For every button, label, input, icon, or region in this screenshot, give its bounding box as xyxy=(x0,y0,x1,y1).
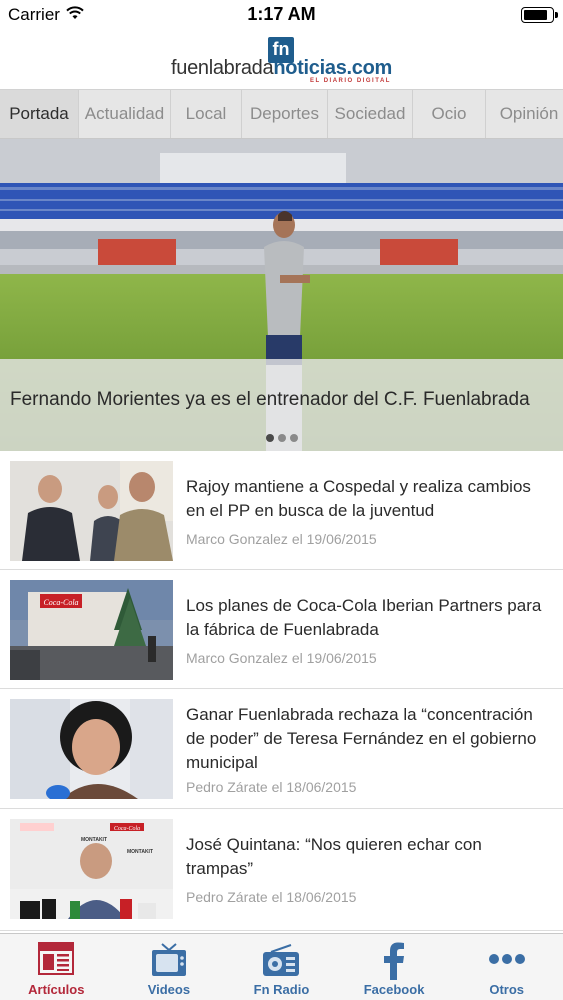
article-thumbnail xyxy=(10,461,173,561)
factory-photo: Coca-Cola xyxy=(10,580,173,680)
article-meta: Pedro Zárate el 18/06/2015 xyxy=(186,779,357,795)
tabbar-articulos[interactable]: Artículos xyxy=(0,934,113,1000)
tab-deportes[interactable]: Deportes xyxy=(242,90,328,138)
tab-actualidad[interactable]: Actualidad xyxy=(79,90,171,138)
article-row[interactable]: Ganar Fuenlabrada rechaza la “concentrac… xyxy=(0,689,563,809)
battery-level xyxy=(524,10,547,20)
tabbar-label: Fn Radio xyxy=(253,982,310,997)
tab-local[interactable]: Local xyxy=(171,90,242,138)
article-title: Ganar Fuenlabrada rechaza la “concentrac… xyxy=(186,705,537,772)
page-dot xyxy=(265,434,274,442)
bottom-tab-bar: Artículos Videos Fn Radio Facebook Otros xyxy=(0,933,563,1000)
article-meta: Marco Gonzalez el 19/06/2015 xyxy=(186,650,377,666)
app-header: fn fuenlabradanoticias.com EL DIARIO DIG… xyxy=(0,30,563,87)
status-time: 1:17 AM xyxy=(247,4,316,24)
thumb-coca-cola-text: Coca-Cola xyxy=(43,598,78,607)
article-title: Los planes de Coca-Cola Iberian Partners… xyxy=(186,596,542,639)
newspaper-icon xyxy=(38,942,75,981)
article-thumbnail xyxy=(10,699,173,799)
tabbar-label: Videos xyxy=(147,982,191,997)
facebook-icon xyxy=(382,942,406,985)
article-row[interactable]: Rajoy mantiene a Cospedal y realiza camb… xyxy=(0,451,563,570)
article-title: Rajoy mantiene a Cospedal y realiza camb… xyxy=(186,477,531,520)
category-tabs: Portada Actualidad Local Deportes Socied… xyxy=(0,89,563,139)
logo-tagline: EL DIARIO DIGITAL xyxy=(310,78,391,84)
article-thumbnail: Coca-Cola xyxy=(10,580,173,680)
logo-part2: noticias.com xyxy=(273,57,392,79)
article-list: Rajoy mantiene a Cospedal y realiza camb… xyxy=(0,451,563,931)
status-bar: Carrier 1:17 AM xyxy=(0,0,563,30)
more-icon xyxy=(488,952,526,970)
article-thumbnail: Coca-Cola MONTAKIT MONTAKIT xyxy=(10,819,173,919)
tabbar-videos[interactable]: Videos xyxy=(113,934,226,1000)
featured-caption-panel: Fernando Morientes ya es el entrenador d… xyxy=(0,359,563,451)
tabbar-otros[interactable]: Otros xyxy=(450,934,563,1000)
tab-sociedad[interactable]: Sociedad xyxy=(328,90,413,138)
page-dot xyxy=(289,434,298,442)
article-meta: Marco Gonzalez el 19/06/2015 xyxy=(186,531,377,547)
thumb-montakit-text: MONTAKIT xyxy=(127,849,153,855)
tabbar-label: Otros xyxy=(489,982,524,997)
article-meta: Pedro Zárate el 18/06/2015 xyxy=(186,889,357,905)
radio-icon xyxy=(261,942,301,983)
featured-article[interactable]: Fernando Morientes ya es el entrenador d… xyxy=(0,139,563,451)
tv-icon xyxy=(150,942,188,983)
thumb-coca-cola-text: Coca-Cola xyxy=(114,826,140,832)
article-row[interactable]: Coca-Cola Los planes de Coca-Cola Iberia… xyxy=(0,570,563,689)
woman-photo xyxy=(10,699,173,799)
politicians-photo xyxy=(10,461,173,561)
logo-part1: fuenlabrada xyxy=(170,57,274,79)
press-conference-photo: Coca-Cola MONTAKIT MONTAKIT xyxy=(10,819,173,919)
page-dot xyxy=(277,434,286,442)
featured-headline: Fernando Morientes ya es el entrenador d… xyxy=(10,389,530,410)
article-title: José Quintana: “Nos quieren echar con tr… xyxy=(186,835,482,878)
tabbar-fn-radio[interactable]: Fn Radio xyxy=(225,934,338,1000)
tabbar-label: Artículos xyxy=(28,982,85,997)
site-logo[interactable]: fuenlabradanoticias.com xyxy=(0,57,563,80)
article-row[interactable]: Coca-Cola MONTAKIT MONTAKIT José Quintan… xyxy=(0,809,563,931)
thumb-montakit-text: MONTAKIT xyxy=(81,837,107,843)
tabbar-facebook[interactable]: Facebook xyxy=(338,934,451,1000)
tab-portada[interactable]: Portada xyxy=(0,90,79,138)
tab-opinion[interactable]: Opinión xyxy=(486,90,563,138)
app-screen: Carrier 1:17 AM fn fuenlabradanoticias.c… xyxy=(0,0,563,1000)
tab-ocio[interactable]: Ocio xyxy=(413,90,486,138)
battery-icon xyxy=(521,7,558,23)
page-indicator[interactable] xyxy=(0,434,563,442)
tabbar-label: Facebook xyxy=(363,982,425,997)
